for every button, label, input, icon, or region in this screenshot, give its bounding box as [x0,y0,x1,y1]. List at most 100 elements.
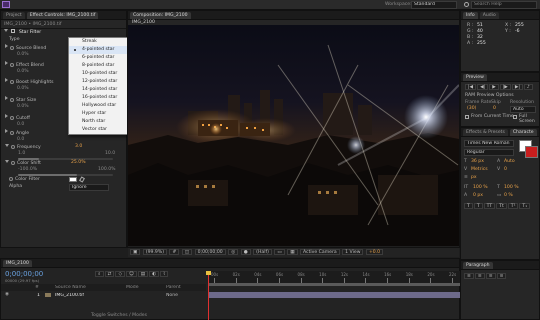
stopwatch-icon[interactable] [11,160,15,165]
superscript-button[interactable]: T¹ [507,203,519,209]
stopwatch-icon[interactable] [10,79,14,84]
motion-blur-icon[interactable]: ◐ [149,271,160,277]
work-area-bar[interactable] [208,283,460,286]
region-of-interest-icon[interactable]: ▭ [274,249,285,255]
star-type-option[interactable]: Vector star [69,126,127,134]
star-type-option[interactable]: 4-pointed star [69,46,127,54]
views-select[interactable]: 1 View [342,249,364,255]
font-size-value[interactable]: 36 px [471,159,484,164]
tab-effect-controls[interactable]: Effect Controls: IMG_2100.tif [26,11,99,19]
resolution-select[interactable]: (Half) [253,249,272,255]
horizontal-scale-value[interactable]: 100 % [504,185,519,190]
shy-icon[interactable]: ☺ [125,271,137,277]
layer-name[interactable]: IMG_2100.tif [55,293,84,298]
star-type-option[interactable]: Streak [69,38,127,46]
star-type-option[interactable]: 8-pointed star [69,62,127,70]
tab-preview[interactable]: Preview [463,73,487,81]
star-type-option[interactable]: 12-pointed star [69,78,127,86]
transparency-grid-icon[interactable]: ▦ [287,249,298,255]
draft-3d-icon[interactable]: ◇ [115,271,125,277]
mask-icon[interactable]: ◫ [181,249,193,255]
comp-mini-flow-icon[interactable]: ⇄ [104,271,115,277]
star-type-option[interactable]: 6-pointed star [69,54,127,62]
star-type-option[interactable]: Hyper star [69,110,127,118]
tracking-value[interactable]: 0 [504,167,507,172]
align-right-icon[interactable]: ≡ [485,273,496,279]
small-caps-button[interactable]: Tt [496,203,507,209]
grid-icon[interactable]: # [169,249,180,255]
all-caps-button[interactable]: TT [483,203,496,209]
subscript-button[interactable]: T₁ [519,203,531,209]
previous-frame-icon[interactable]: ◀| [477,84,489,90]
expand-triangle-icon[interactable] [5,114,8,118]
expand-triangle-icon[interactable] [5,96,8,100]
baseline-value[interactable]: 0 px [473,193,483,198]
camera-icon[interactable]: ◎ [228,249,239,255]
full-screen-checkbox[interactable] [513,115,517,119]
align-center-icon[interactable]: ≡ [474,273,485,279]
param-color-shift[interactable]: Color Shift [1,160,126,167]
fx-toggle-icon[interactable] [11,29,16,33]
stopwatch-icon[interactable] [10,97,14,102]
vertical-scale-value[interactable]: 100 % [473,185,488,190]
timeline-timecode[interactable]: 0;00;00;00 [5,270,43,278]
current-time-field[interactable]: 0;00;00;00 [194,249,226,255]
graph-editor-icon[interactable]: ⌇ [160,271,169,277]
font-style-select[interactable]: Regular [464,149,514,156]
current-time-head-icon[interactable] [206,271,211,275]
effect-header[interactable]: Star Filter [1,29,126,36]
exposure-field[interactable]: +0.0 [365,249,384,255]
visibility-eye-icon[interactable]: ◉ [5,292,9,297]
expand-triangle-icon[interactable] [4,29,8,32]
composition-viewer[interactable] [128,25,459,246]
color-shift-value[interactable]: 25.0% [71,160,86,165]
tab-info[interactable]: Info [463,11,478,19]
timeline-ruler[interactable]: 00s 02s 04s 06s 08s 10s 12s 14s 16s 18s 20s 22s [208,271,460,283]
faux-bold-button[interactable]: T [464,203,473,209]
audio-icon[interactable]: ♪ [523,84,533,90]
stopwatch-icon[interactable] [9,176,13,181]
stopwatch-icon[interactable] [10,62,14,67]
expand-triangle-icon[interactable] [5,61,8,65]
tab-composition[interactable]: Composition: IMG_2100 [130,11,191,19]
stroke-color-swatch[interactable] [525,146,538,158]
expand-triangle-icon[interactable] [5,144,9,147]
layer-parent[interactable]: None [166,293,178,298]
frequency-value[interactable]: 3.0 [75,144,82,149]
from-current-checkbox[interactable] [465,115,469,119]
tab-character[interactable]: Characte [509,128,537,136]
search-layers-icon[interactable]: ⌕ [95,271,104,277]
view-select[interactable]: Active Camera [300,249,340,255]
stopwatch-icon[interactable] [10,45,14,50]
tab-timeline[interactable]: IMG_2100 [3,259,32,267]
resolution-select[interactable]: Auto [510,106,536,113]
color-filter-swatch[interactable] [69,177,77,182]
workspace-select[interactable]: Standard [411,1,457,9]
kerning-value[interactable]: Metrics [471,167,488,172]
last-frame-icon[interactable]: ▶| [511,84,523,90]
font-family-select[interactable]: Times New Roman [464,140,514,147]
current-time-indicator[interactable] [208,271,209,320]
stopwatch-icon[interactable] [10,130,14,135]
star-type-option[interactable]: 16-pointed star [69,94,127,102]
star-type-option[interactable]: Hollywood star [69,102,127,110]
expand-triangle-icon[interactable] [5,129,8,133]
alpha-select[interactable]: Ignore [69,184,109,191]
search-help-icon[interactable] [464,2,469,7]
justify-icon[interactable]: ≡ [496,273,507,279]
expand-triangle-icon[interactable] [5,44,8,48]
frame-blending-icon[interactable]: ▤ [137,271,149,277]
leading-value[interactable]: Auto [504,159,515,164]
tab-audio[interactable]: Audio [479,11,499,19]
star-type-option[interactable]: North star [69,118,127,126]
search-help-input[interactable]: Search Help [471,1,537,9]
stroke-width-value[interactable]: px [471,175,477,180]
param-frequency[interactable]: Frequency [1,144,126,151]
layer-duration-bar[interactable] [208,292,460,298]
expand-triangle-icon[interactable] [5,160,9,163]
stopwatch-icon[interactable] [11,144,15,149]
zoom-select[interactable]: (99.9%) [142,249,167,255]
first-frame-icon[interactable]: |◀ [465,84,477,90]
faux-italic-button[interactable]: T [473,203,483,209]
ram-preview-icon[interactable]: ▣ [130,249,141,255]
